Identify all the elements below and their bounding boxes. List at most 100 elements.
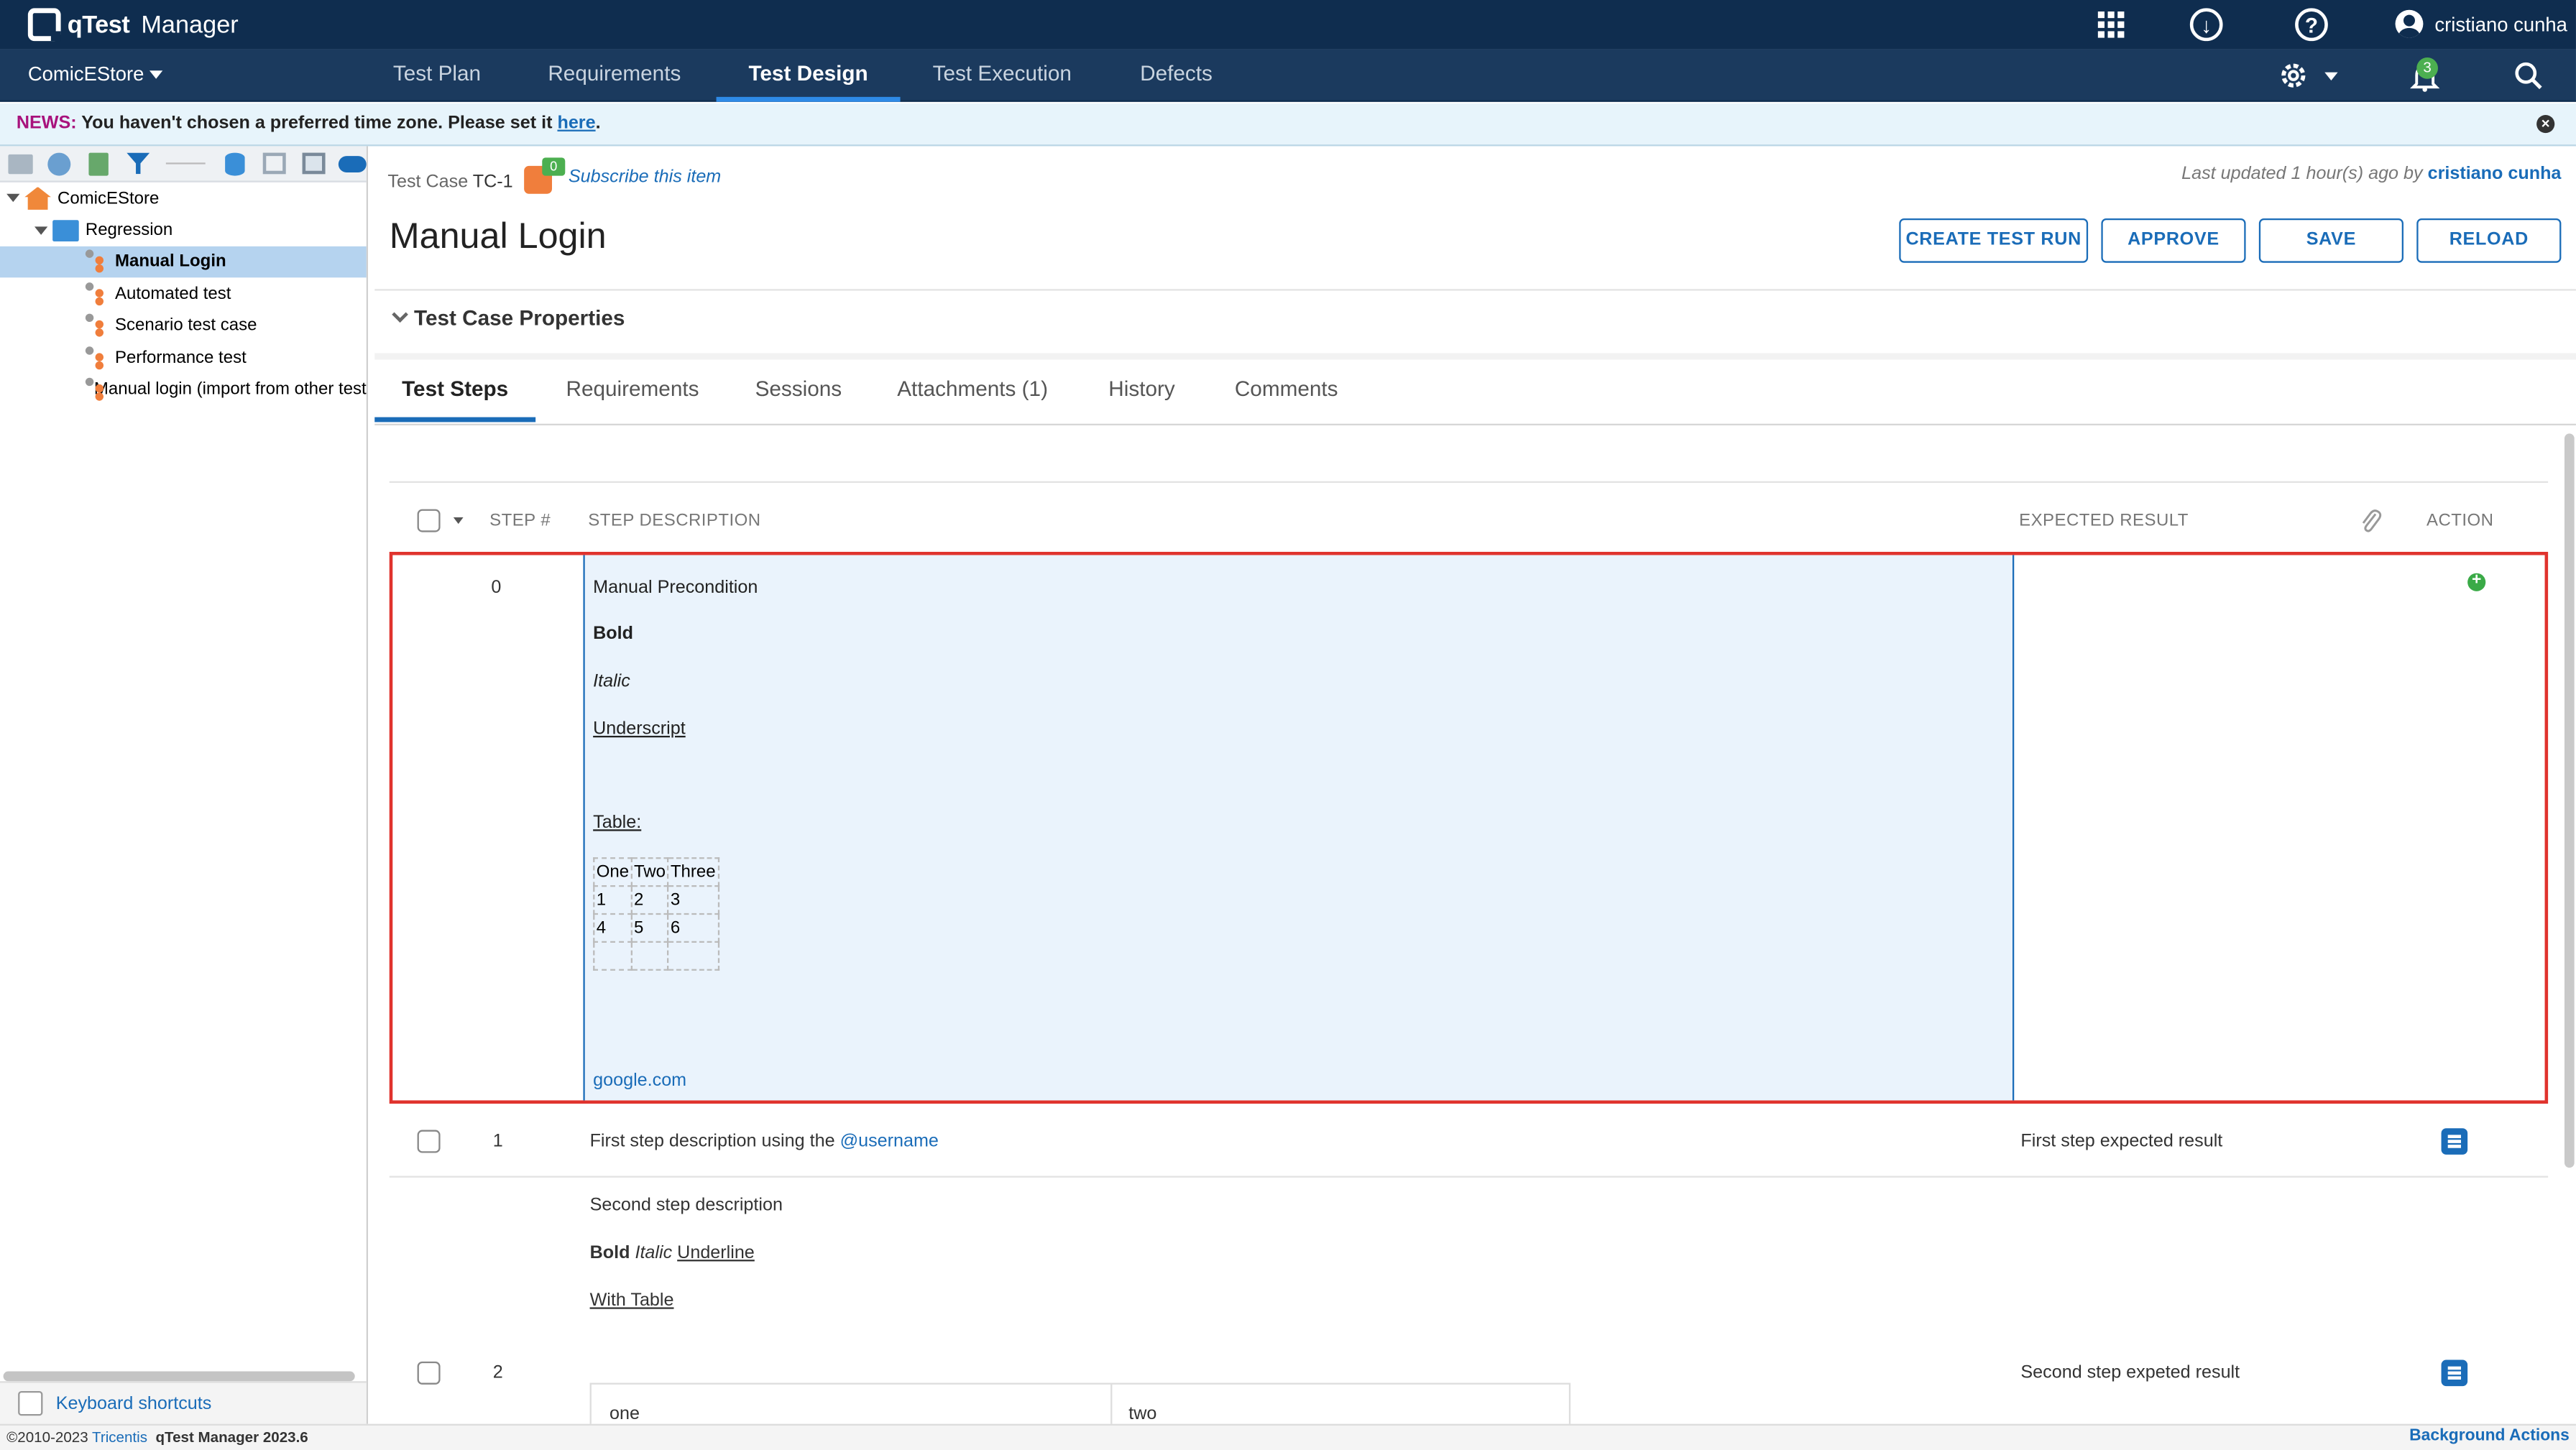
step-checkbox[interactable] (417, 1130, 441, 1153)
subscribe-link[interactable]: Subscribe this item (569, 167, 721, 187)
subscribe-count-badge: 0 (542, 157, 566, 176)
news-banner: NEWS: You haven't chosen a preferred tim… (0, 103, 2576, 147)
database-icon[interactable] (221, 151, 249, 175)
select-caret-icon[interactable] (453, 517, 464, 525)
horizontal-scrollbar[interactable] (3, 1371, 355, 1382)
step-menu-icon[interactable] (2441, 1128, 2468, 1155)
save-button[interactable]: SAVE (2258, 218, 2404, 263)
vertical-scrollbar[interactable] (2564, 433, 2575, 1168)
test-design-tree-panel: ComicEStore Regression Manual Login Auto… (0, 146, 368, 1424)
step-description-editor[interactable]: Manual Precondition Bold Italic Underscr… (583, 555, 2015, 1101)
tab-test-steps[interactable]: Test Steps (374, 376, 536, 422)
apps-grid-icon[interactable] (2094, 8, 2128, 41)
table-cell: one (609, 1404, 640, 1424)
paperclip-icon (2362, 509, 2382, 532)
settings-caret-icon[interactable] (2324, 72, 2338, 80)
gear-icon[interactable] (2277, 59, 2310, 92)
tab-sessions[interactable]: Sessions (742, 376, 854, 422)
new-test-case-icon[interactable] (46, 151, 74, 175)
user-menu[interactable]: cristiano cunha (2395, 9, 2567, 38)
test-case-id-value: TC-1 (472, 172, 513, 193)
row-divider (389, 1176, 2549, 1178)
description-line: Manual Precondition (593, 578, 758, 598)
tab-comments[interactable]: Comments (1223, 376, 1351, 422)
step-checkbox[interactable] (417, 1361, 441, 1385)
tab-requirements[interactable]: Requirements (552, 376, 713, 422)
last-updated-user-link[interactable]: cristiano cunha (2428, 165, 2562, 184)
description-bold: Bold (593, 624, 634, 644)
test-case-properties-label: Test Case Properties (413, 305, 625, 331)
copy-icon[interactable] (260, 151, 288, 175)
nav-tab-test-plan[interactable]: Test Plan (378, 50, 497, 102)
tree-node-label: Scenario test case (114, 315, 257, 336)
nav-tab-defects[interactable]: Defects (1123, 50, 1228, 102)
description-table-label: Table: (593, 813, 642, 833)
text-bold: Bold (589, 1243, 630, 1263)
nav-tab-test-design[interactable]: Test Design (716, 50, 901, 102)
test-case-icon (84, 250, 107, 273)
nav-tab-test-execution[interactable]: Test Execution (920, 50, 1085, 102)
divider (374, 289, 2576, 291)
test-case-type-label: Test Case (387, 172, 469, 193)
column-header-expected-result: EXPECTED RESULT (2019, 510, 2189, 531)
description-link[interactable]: google.com (593, 1071, 686, 1090)
select-all-checkbox[interactable] (417, 509, 441, 532)
test-case-properties-toggle[interactable]: Test Case Properties (392, 305, 625, 331)
news-label: NEWS: (16, 113, 77, 134)
tree-node-label: Automated test (114, 284, 231, 304)
expand-icon[interactable] (34, 226, 48, 234)
tree-node-test-case[interactable]: Automated test (0, 278, 367, 310)
tree-node-test-case[interactable]: Manual login (import from other test (0, 374, 367, 405)
last-updated: Last updated 1 hour(s) ago by cristiano … (2181, 165, 2561, 184)
project-selector[interactable]: ComicEStore (28, 63, 162, 86)
create-test-run-button[interactable]: CREATE TEST RUN (1899, 218, 2089, 263)
notification-badge: 3 (2416, 57, 2438, 79)
background-actions-link[interactable]: Background Actions (2409, 1426, 2570, 1449)
footer: ©2010-2023 Tricentis qTest Manager 2023.… (0, 1423, 2576, 1450)
table-cell: Two (630, 857, 669, 887)
test-case-icon (84, 314, 107, 337)
text-italic: Italic (635, 1243, 673, 1263)
import-icon[interactable] (299, 151, 327, 175)
keyboard-shortcuts-link[interactable]: Keyboard shortcuts (0, 1381, 367, 1424)
tree-toolbar (0, 146, 367, 183)
search-icon[interactable] (2513, 61, 2543, 91)
step-description-format-line: Bold Italic Underline (590, 1243, 755, 1262)
add-step-icon[interactable]: + (2467, 573, 2486, 591)
tab-attachments[interactable]: Attachments (1) (887, 376, 1058, 422)
tab-history[interactable]: History (1094, 376, 1190, 422)
keyboard-shortcuts-label: Keyboard shortcuts (55, 1393, 212, 1413)
download-icon[interactable]: ↓ (2189, 8, 2223, 42)
new-folder-icon[interactable] (6, 151, 34, 175)
table-row: One Two Three (593, 857, 719, 887)
mention-link[interactable]: @username (840, 1132, 939, 1151)
tree-node-test-case[interactable]: Manual Login (0, 246, 367, 278)
approve-button[interactable]: APPROVE (2101, 218, 2246, 263)
step-number: 1 (492, 1131, 503, 1152)
expand-icon[interactable] (6, 194, 20, 203)
filter-icon[interactable] (124, 151, 152, 175)
news-link[interactable]: here (557, 114, 595, 133)
nav-tab-requirements[interactable]: Requirements (533, 50, 697, 102)
close-icon[interactable]: × (2536, 114, 2555, 134)
toggle-icon[interactable] (338, 151, 367, 175)
help-icon[interactable]: ? (2295, 8, 2328, 42)
table-cell: 3 (667, 885, 719, 915)
tree-node-folder[interactable]: Regression (0, 214, 367, 246)
keyboard-icon (18, 1390, 43, 1416)
delete-icon[interactable] (85, 151, 113, 175)
tree-node-project[interactable]: ComicEStore (0, 183, 367, 214)
tree-node-test-case[interactable]: Scenario test case (0, 310, 367, 341)
table-cell: 4 (593, 913, 632, 943)
tricentis-link[interactable]: Tricentis (92, 1429, 147, 1446)
table-cell: One (593, 857, 632, 887)
qtest-logo[interactable]: qTest Manager (27, 8, 239, 42)
table-top-divider (389, 481, 2549, 483)
step-menu-icon[interactable] (2441, 1359, 2468, 1387)
tree-node-test-case[interactable]: Performance test (0, 341, 367, 373)
step-expected-result: First step expected result (2020, 1131, 2223, 1152)
qtest-logo-icon (27, 8, 61, 42)
folder-icon (52, 219, 79, 241)
reload-button[interactable]: RELOAD (2416, 218, 2562, 263)
chevron-down-icon (392, 306, 408, 323)
